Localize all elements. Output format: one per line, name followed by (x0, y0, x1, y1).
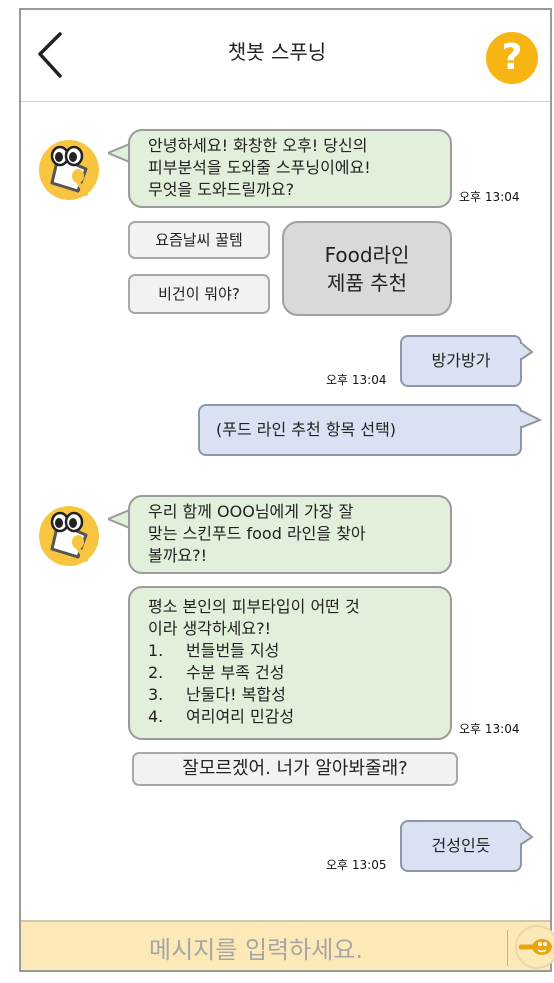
message-line: 안녕하세요! 화창한 오후! 당신의 (148, 136, 368, 155)
list-item: 3. 난둘다! 복합성 (148, 684, 432, 706)
divider (507, 930, 508, 966)
timestamp: 오후 13:04 (326, 373, 387, 387)
page-title: 챗봇 스푸닝 (227, 40, 327, 64)
bot-message-greeting: 안녕하세요! 화창한 오후! 당신의 피부분석을 도와줄 스푸닝이에요! 무엇을… (128, 129, 452, 208)
bubble-tail (520, 408, 542, 430)
quick-reply-dont-know[interactable]: 잘모르겠어. 너가 알아봐줄래? (132, 752, 458, 786)
send-button[interactable] (515, 925, 554, 969)
option-text: 여리여리 민감성 (186, 707, 295, 726)
bot-message-skin-type-question: 평소 본인의 피부타입이 어떤 것 이라 생각하세요?! 1. 번들번들 지성 2… (128, 586, 452, 740)
list-item: 2. 수분 부족 건성 (148, 662, 432, 684)
user-message: 방가방가 (400, 335, 522, 387)
chip-label: Food라인 (324, 243, 410, 267)
message-line: 이라 생각하세요?! (148, 619, 272, 638)
timestamp: 오후 13:04 (459, 722, 520, 736)
spoon-mascot-icon (39, 506, 99, 566)
message-input-bar: 메시지를 입력하세요. (21, 920, 554, 970)
question-mark-icon[interactable]: ? (486, 32, 538, 84)
message-line: 무엇을 도와드릴까요? (148, 180, 295, 199)
option-number: 4. (148, 707, 164, 726)
option-text: 난둘다! 복합성 (186, 685, 286, 704)
skin-type-options: 1. 번들번들 지성 2. 수분 부족 건성 3. 난둘다! 복합성 4. 여리여리 민… (148, 640, 432, 728)
message-line: 평소 본인의 피부타입이 어떤 것 (148, 597, 360, 616)
message-line: 볼까요?! (148, 546, 208, 565)
option-number: 1. (148, 641, 164, 660)
timestamp: 오후 13:05 (326, 858, 387, 872)
list-item: 4. 여리여리 민감성 (148, 706, 432, 728)
user-selection-message: (푸드 라인 추천 항목 선택) (198, 404, 522, 456)
message-input[interactable]: 메시지를 입력하세요. (149, 930, 363, 965)
message-line: 피부분석을 도와줄 스푸닝이에요! (148, 158, 371, 177)
quick-reply-vegan[interactable]: 비건이 뭐야? (128, 274, 270, 314)
bot-message-intro: 우리 함께 OOO님에게 가장 잘 맞는 스킨푸드 food 라인을 찾아 볼까… (128, 495, 452, 574)
spoon-send-icon (518, 939, 552, 955)
option-number: 3. (148, 685, 164, 704)
list-item: 1. 번들번들 지성 (148, 640, 432, 662)
option-number: 2. (148, 663, 164, 682)
option-text: 번들번들 지성 (186, 641, 280, 660)
quick-reply-weather[interactable]: 요즘날씨 꿀템 (128, 221, 270, 259)
message-line: 우리 함께 OOO님에게 가장 잘 (148, 502, 354, 521)
spoon-mascot-icon (39, 140, 99, 200)
timestamp: 오후 13:04 (459, 190, 520, 204)
quick-reply-food-line[interactable]: Food라인 제품 추천 (282, 221, 452, 316)
chip-label: 제품 추천 (327, 271, 407, 295)
bubble-tail (520, 340, 534, 362)
message-line: 맞는 스킨푸드 food 라인을 찾아 (148, 524, 366, 543)
bubble-tail (520, 825, 534, 847)
option-text: 수분 부족 건성 (186, 663, 285, 682)
user-message: 건성인듯 (400, 820, 522, 872)
